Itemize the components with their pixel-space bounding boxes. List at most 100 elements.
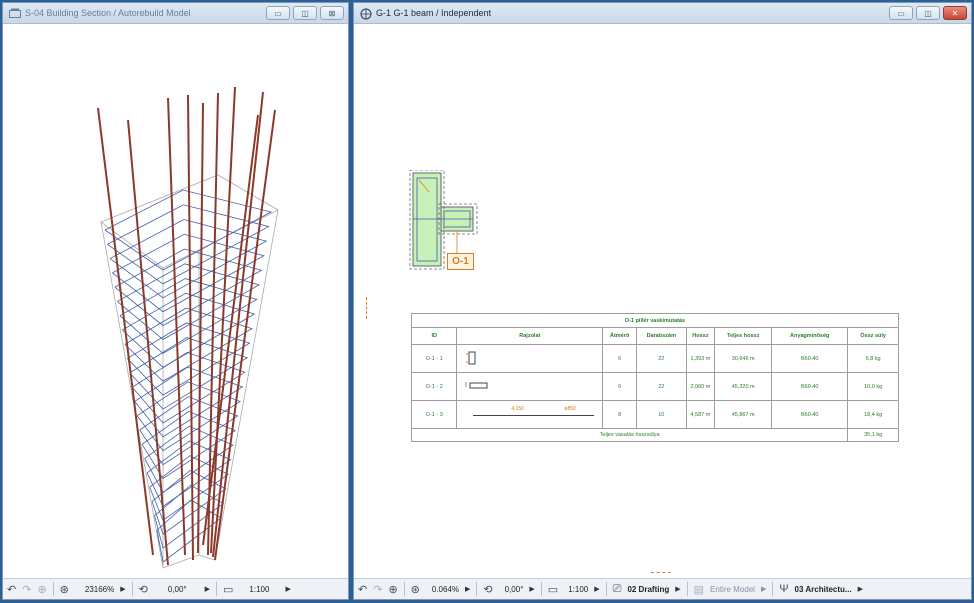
bar-length-label: 4.150 [511, 405, 524, 412]
detail-window-title: G-1 G-1 beam / Independent [376, 8, 492, 18]
rotate-view-icon[interactable]: ⟲ [483, 583, 492, 596]
section-window: S-04 Building Section / Autorebuild Mode… [2, 2, 349, 600]
divider [403, 582, 405, 596]
table-row[interactable]: O-1 - 2 6 22 2,060 m 45,320 m B60.40 10,… [410, 372, 899, 401]
cell-length: 4,587 m [685, 400, 716, 429]
cell-material: B60.40 [771, 344, 849, 373]
scale-icon[interactable]: ▭ [548, 583, 558, 596]
column-header: Átmérő [602, 327, 637, 345]
longitudinal-rebar [187, 94, 194, 561]
divider [216, 582, 218, 596]
minimize-button[interactable]: ▭ [889, 6, 913, 20]
total-weight-label: Teljes vasalás összsúlya [410, 428, 849, 442]
total-weight-value: 35,1 kg [847, 428, 899, 442]
cell-total-length: 45,320 m [714, 372, 773, 401]
section-statusbar: ↶ ↷ ⊕ ⊛ 23166% ▶ ⟲ 0,00° ▶ ▭ 1:100 ▶ [3, 578, 348, 599]
scale-icon[interactable]: ▭ [223, 583, 233, 596]
divider [540, 582, 542, 596]
detail-drawing-canvas[interactable]: O-1 O-1 pillér vaskimutatás ID Rajzolat … [354, 25, 971, 578]
cell-diameter: 8 [602, 400, 637, 429]
rebar-cage-model [97, 86, 279, 569]
table-row[interactable]: O-1 - 1 6 22 1,393 m 30,646 m B60.40 6,8… [410, 344, 899, 373]
cell-id: O-1 - 3 [410, 400, 458, 429]
layer-combination[interactable]: 02 Drafting [627, 585, 669, 594]
redo-zoom-icon[interactable]: ↷ [22, 583, 31, 596]
zoom-in-icon[interactable]: ⊕ [37, 583, 46, 596]
close-icon: ⊠ [328, 8, 336, 18]
table-title: O-1 pillér vaskimutatás [411, 313, 899, 328]
cell-weight: 18,4 kg [847, 400, 899, 429]
divider [605, 582, 607, 596]
rotate-view-icon[interactable]: ⟲ [139, 583, 148, 596]
cell-drawing [456, 372, 604, 401]
element-label-tag[interactable]: O-1 [447, 253, 474, 270]
redo-zoom-icon[interactable]: ↷ [373, 583, 382, 596]
divider [686, 582, 688, 596]
close-icon: ✕ [951, 8, 959, 18]
minimize-icon: ▭ [274, 8, 282, 18]
model-view-icon[interactable]: ▤ [694, 583, 704, 596]
layer-menu-arrow-icon[interactable]: ▶ [675, 585, 680, 593]
undo-zoom-icon[interactable]: ↶ [7, 583, 16, 596]
restore-button[interactable]: ◫ [916, 6, 940, 20]
view-angle[interactable]: 0,00° [505, 585, 524, 594]
scale-menu-arrow-icon[interactable]: ▶ [594, 585, 599, 593]
bottom-marker [651, 572, 671, 576]
structure-icon[interactable]: Ψ [779, 583, 788, 595]
fit-in-window-icon[interactable]: ⊛ [411, 583, 420, 596]
restore-icon: ◫ [924, 8, 932, 18]
restore-button[interactable]: ◫ [293, 6, 317, 20]
detail-window: G-1 G-1 beam / Independent ▭ ◫ ✕ O-1 O-1 [353, 2, 972, 600]
section-window-titlebar[interactable]: S-04 Building Section / Autorebuild Mode… [3, 3, 348, 24]
detail-view-icon [360, 8, 372, 20]
zoom-menu-arrow-icon[interactable]: ▶ [120, 585, 125, 593]
table-row[interactable]: O-1 - 3 4.150 ø850 8 10 4,587 m 45,867 m… [410, 400, 899, 429]
view-angle[interactable]: 0,00° [168, 585, 187, 594]
close-button[interactable]: ⊠ [320, 6, 344, 20]
undo-zoom-icon[interactable]: ↶ [358, 583, 367, 596]
minimize-button[interactable]: ▭ [266, 6, 290, 20]
cell-length: 2,060 m [685, 372, 716, 401]
model-filter-arrow-icon[interactable]: ▶ [761, 585, 766, 593]
section-window-title: S-04 Building Section / Autorebuild Mode… [25, 8, 191, 18]
bar-note-label: ø850 [564, 405, 576, 412]
section-view-icon [9, 8, 21, 18]
scale-value[interactable]: 1:100 [249, 585, 269, 594]
model-filter[interactable]: Entire Model [710, 585, 755, 594]
cell-total-length: 30,646 m [714, 344, 773, 373]
zoom-in-icon[interactable]: ⊕ [388, 583, 397, 596]
cell-drawing [456, 344, 604, 373]
cell-count: 22 [636, 372, 687, 401]
column-header: Anyagminőség [771, 327, 849, 345]
divider [772, 582, 774, 596]
column-header: Össz súly [847, 327, 899, 345]
cell-diameter: 6 [602, 344, 637, 373]
scale-value[interactable]: 1:100 [568, 585, 588, 594]
structure-menu-arrow-icon[interactable]: ▶ [858, 585, 863, 593]
cell-weight: 10,0 kg [847, 372, 899, 401]
zoom-level[interactable]: 0.064% [432, 585, 459, 594]
stirrup-shape-icon [465, 381, 488, 388]
3d-rebar-view[interactable] [3, 25, 348, 578]
structure-display[interactable]: 03 Architectu... [795, 585, 852, 594]
detail-window-titlebar[interactable]: G-1 G-1 beam / Independent ▭ ◫ ✕ [354, 3, 971, 24]
zoom-level[interactable]: 23166% [85, 585, 114, 594]
divider [476, 582, 478, 596]
column-header: Rajzolat [456, 327, 604, 345]
fit-in-window-icon[interactable]: ⊛ [60, 583, 69, 596]
detail-statusbar: ↶ ↷ ⊕ ⊛ 0.064% ▶ ⟲ 0,00° ▶ ▭ 1:100 ▶ ⎚ 0… [354, 578, 971, 599]
straight-bar-shape [473, 414, 595, 416]
angle-menu-arrow-icon[interactable]: ▶ [205, 585, 210, 593]
zoom-menu-arrow-icon[interactable]: ▶ [465, 585, 470, 593]
divider [131, 582, 133, 596]
restore-icon: ◫ [301, 8, 309, 18]
close-button[interactable]: ✕ [943, 6, 967, 20]
angle-menu-arrow-icon[interactable]: ▶ [529, 585, 534, 593]
cell-count: 10 [636, 400, 687, 429]
scale-menu-arrow-icon[interactable]: ▶ [285, 585, 290, 593]
column-header: ID [410, 327, 458, 345]
side-marker [366, 297, 370, 319]
layer-combination-icon[interactable]: ⎚ [613, 583, 622, 596]
longitudinal-rebar [97, 107, 154, 556]
cell-material: B60.40 [771, 372, 849, 401]
